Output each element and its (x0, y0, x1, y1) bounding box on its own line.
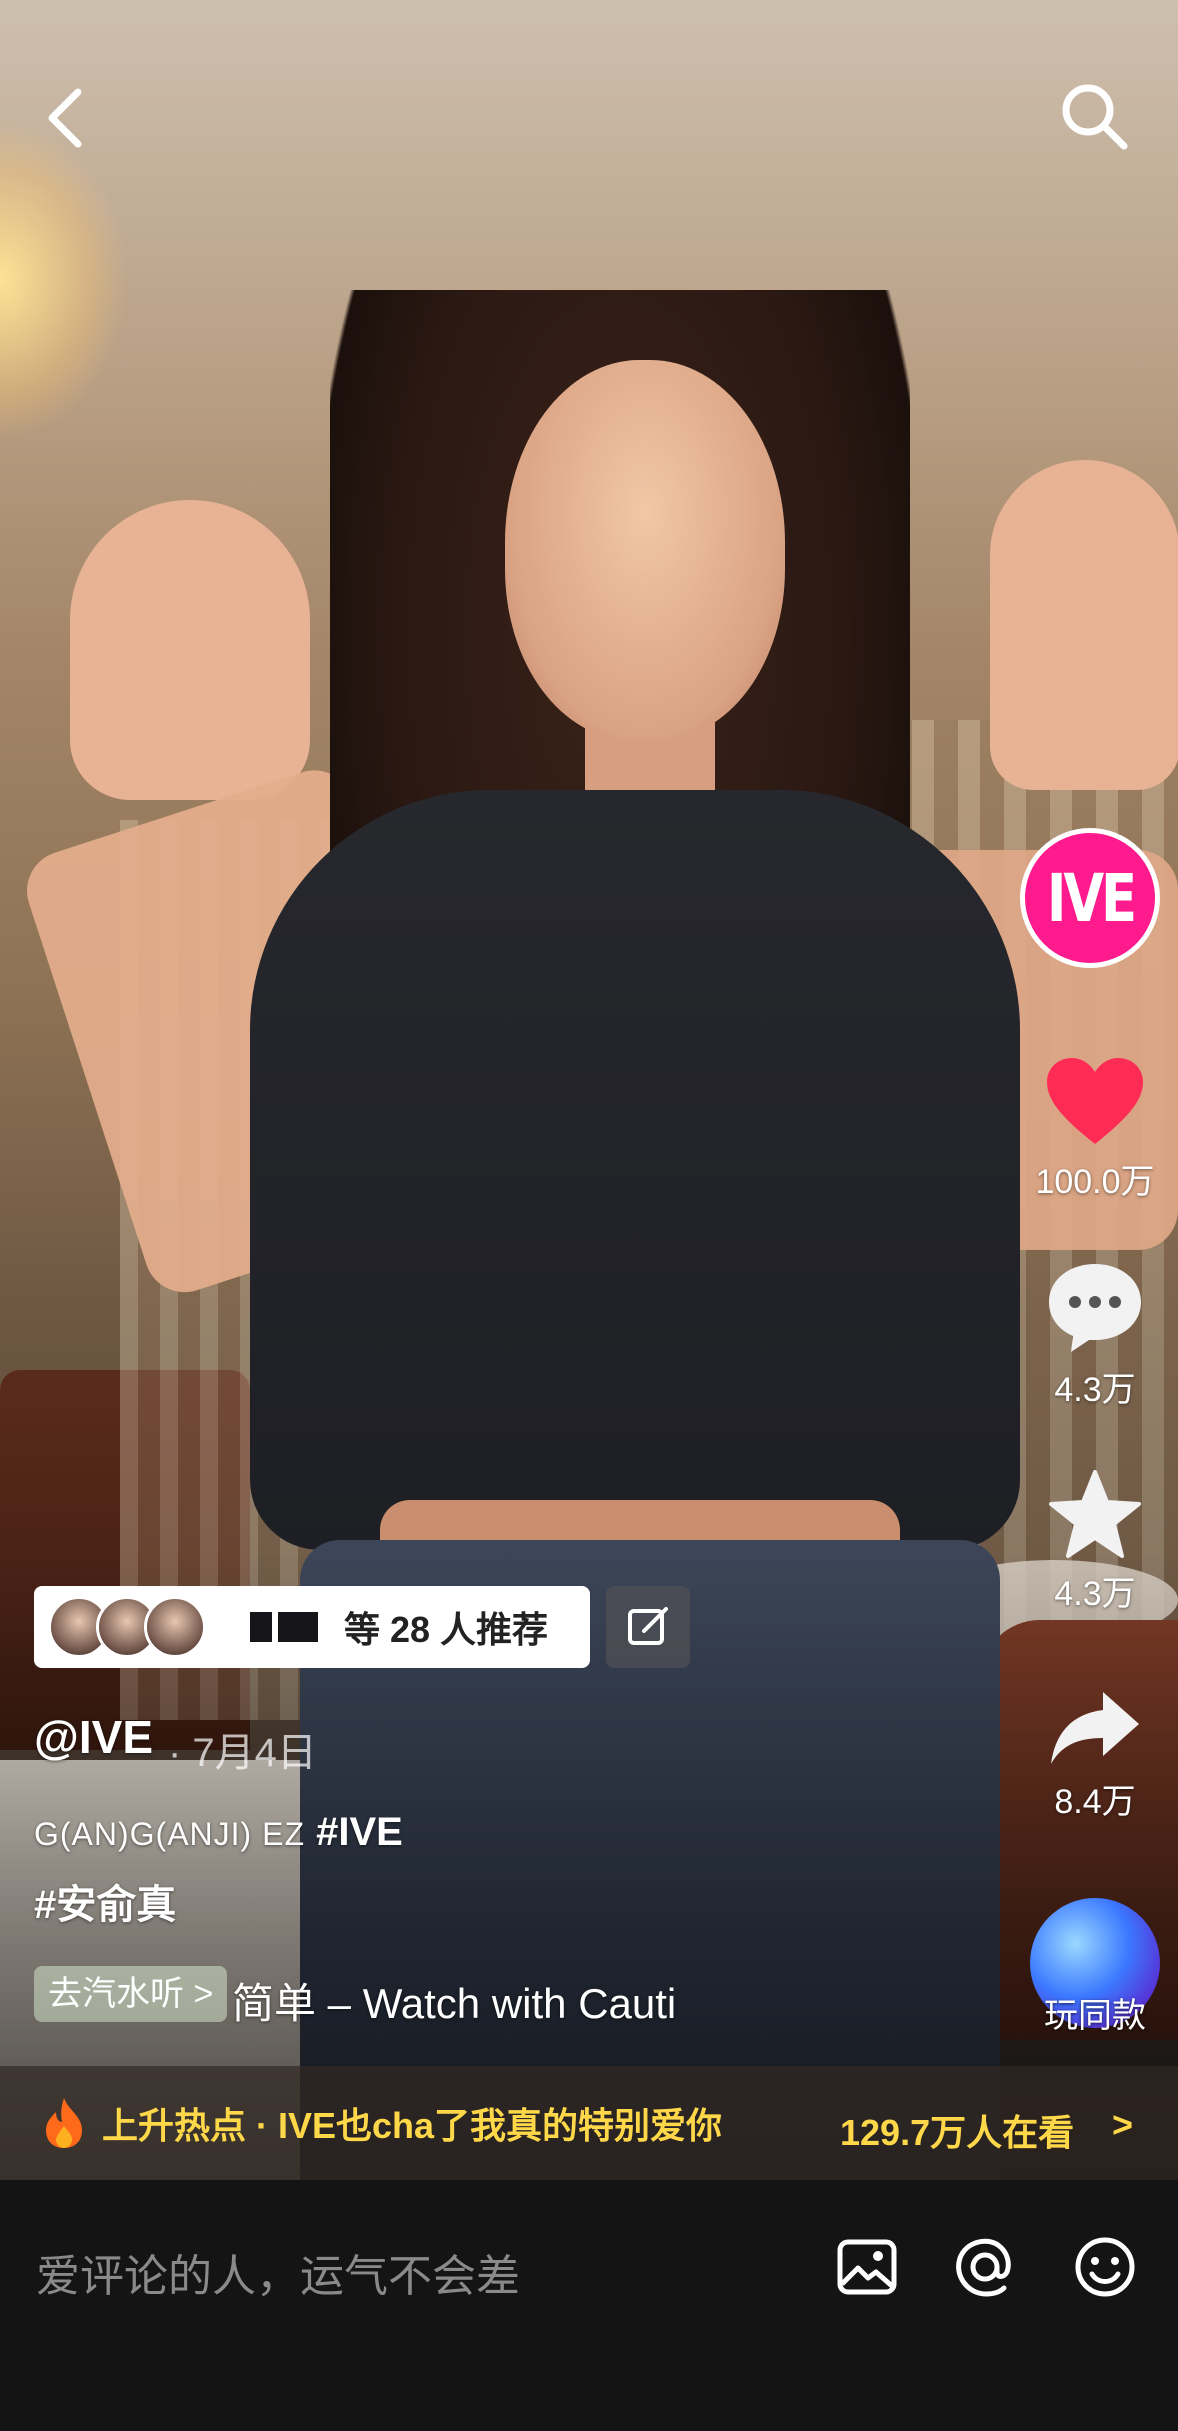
person-hand (70, 500, 310, 800)
search-button[interactable] (1058, 80, 1130, 152)
favorite-button[interactable]: 4.3万 (1012, 1468, 1178, 1615)
comment-bubble-icon (1049, 1264, 1141, 1352)
emoji-icon[interactable] (1072, 2234, 1138, 2300)
post-date: · 7月4日 (168, 1731, 317, 1775)
redacted-name (250, 1612, 324, 1642)
hot-topic-text: 上升热点 · IVE也cha了我真的特别爱你 (102, 2105, 723, 2146)
comment-button[interactable]: 4.3万 (1012, 1260, 1178, 1411)
chevron-left-icon (48, 88, 82, 148)
play-same-label: 玩同款 (1044, 1997, 1146, 2035)
at-mention-icon[interactable] (952, 2234, 1018, 2300)
recommend-text: 等 28 人推荐 (344, 1609, 549, 1650)
comment-input[interactable]: 爱评论的人，运气不会差 (36, 2240, 520, 2304)
watching-count: 129.7万人在看 (840, 2112, 1075, 2153)
share-button[interactable]: 8.4万 (1012, 1688, 1178, 1823)
chevron-right-icon: > (1112, 2104, 1134, 2145)
avatar (144, 1596, 206, 1658)
hashtag-link[interactable]: #IVE (316, 1810, 403, 1854)
music-title[interactable]: 简单 – Watch with Cauti (232, 1970, 722, 2031)
creator-avatar[interactable]: IVE (1020, 828, 1160, 968)
listen-music-button[interactable]: 去汽水听 > (34, 1966, 228, 2022)
share-arrow-icon (1051, 1692, 1139, 1764)
recommend-pill[interactable]: 等 28 人推荐 (34, 1586, 590, 1668)
recommender-avatars (48, 1596, 206, 1658)
image-icon[interactable] (834, 2234, 900, 2300)
creator-username[interactable]: @IVE (34, 1710, 153, 1764)
hashtag-link[interactable]: #安俞真 (34, 1872, 176, 1930)
edit-icon (628, 1607, 668, 1645)
caption-text: G(AN)G(ANJI) EZ (34, 1816, 305, 1852)
heart-icon (1047, 1058, 1143, 1144)
person-shirt (250, 790, 1020, 1550)
avatar-logo-text: IVE (1046, 859, 1136, 937)
caption-line-1: G(AN)G(ANJI) EZ #IVE (34, 1810, 403, 1855)
hot-topic-banner[interactable]: 上升热点 · IVE也cha了我真的特别爱你 129.7万人在看 > (0, 2066, 1178, 2180)
like-button[interactable]: 100.0万 (1012, 1056, 1178, 1203)
comment-count: 4.3万 (1054, 1371, 1136, 1409)
back-button[interactable] (36, 80, 102, 156)
search-icon (1062, 84, 1128, 150)
person-face (505, 360, 785, 740)
fire-icon (46, 2098, 82, 2148)
person-hand (990, 460, 1178, 790)
favorite-count: 4.3万 (1054, 1575, 1136, 1613)
edit-recommend-button[interactable] (606, 1586, 690, 1668)
comment-bar: 爱评论的人，运气不会差 (0, 2180, 1178, 2431)
star-icon (1049, 1470, 1141, 1558)
play-same-button[interactable]: 玩同款 (1012, 1898, 1178, 2037)
share-count: 8.4万 (1054, 1783, 1136, 1821)
like-count: 100.0万 (1035, 1163, 1155, 1201)
